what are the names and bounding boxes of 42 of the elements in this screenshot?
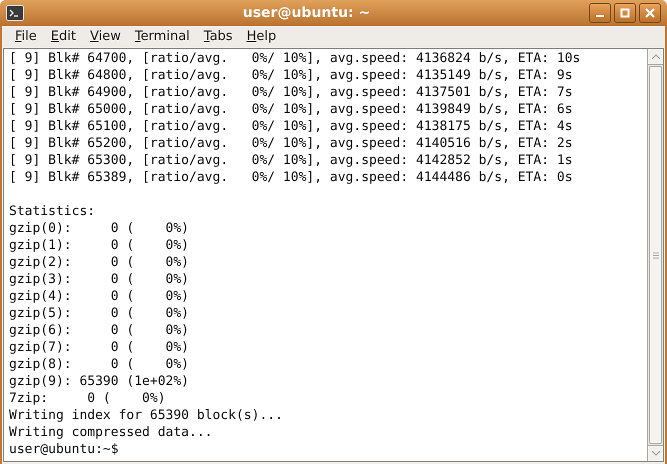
terminal-line: [ 9] Blk# 65389, [ratio/avg. 0%/ 10%], avg.speed: 4144486 b/s, ETA: 0s	[9, 169, 573, 186]
menu-item[interactable]: Terminal	[128, 27, 197, 47]
minimize-icon	[596, 15, 604, 17]
terminal-line: Writing index for 65390 block(s)...	[9, 407, 283, 424]
terminal-line: gzip(6): 0 ( 0%)	[9, 322, 190, 339]
scroll-down-button[interactable]	[648, 445, 663, 461]
terminal-line: [ 9] Blk# 65100, [ratio/avg. 0%/ 10%], avg.speed: 4138175 b/s, ETA: 4s	[9, 118, 573, 135]
menu-item[interactable]: View	[82, 27, 128, 47]
minimize-button[interactable]	[589, 3, 611, 23]
terminal-line: [ 9] Blk# 64700, [ratio/avg. 0%/ 10%], avg.speed: 4136824 b/s, ETA: 10s	[9, 50, 580, 67]
terminal-line: gzip(8): 0 ( 0%)	[9, 356, 190, 373]
menu-item[interactable]: Help	[240, 27, 284, 47]
terminal-line: [ 9] Blk# 64900, [ratio/avg. 0%/ 10%], avg.speed: 4137501 b/s, ETA: 7s	[9, 84, 573, 101]
menu-item[interactable]: Tabs	[196, 27, 240, 47]
scrollbar[interactable]	[647, 49, 663, 461]
terminal-line: gzip(2): 0 ( 0%)	[9, 254, 190, 271]
terminal-line: Statistics:	[9, 203, 96, 220]
terminal-line: Writing compressed data...	[9, 424, 212, 441]
menu-item[interactable]: File	[8, 27, 44, 47]
terminal-line: user@ubuntu:~$	[9, 441, 119, 458]
terminal-line: gzip(1): 0 ( 0%)	[9, 237, 190, 254]
terminal-line: [ 9] Blk# 65200, [ratio/avg. 0%/ 10%], avg.speed: 4140516 b/s, ETA: 2s	[9, 135, 573, 152]
maximize-icon	[620, 8, 630, 18]
terminal-line: 7zip: 0 ( 0%)	[9, 390, 166, 407]
maximize-button[interactable]	[614, 3, 636, 23]
close-icon	[645, 8, 655, 18]
scroll-thumb[interactable]	[649, 66, 662, 444]
terminal-line: gzip(7): 0 ( 0%)	[9, 339, 190, 356]
terminal-line: gzip(0): 0 ( 0%)	[9, 220, 190, 237]
terminal-line: [ 9] Blk# 65300, [ratio/avg. 0%/ 10%], avg.speed: 4142852 b/s, ETA: 1s	[9, 152, 573, 169]
terminal-icon	[6, 5, 24, 21]
terminal-line: gzip(5): 0 ( 0%)	[9, 305, 190, 322]
window-title: user@ubuntu: ~	[242, 4, 370, 22]
terminal-line: [ 9] Blk# 64800, [ratio/avg. 0%/ 10%], avg.speed: 4135149 b/s, ETA: 9s	[9, 67, 573, 84]
close-button[interactable]	[639, 3, 661, 23]
terminal-line: gzip(4): 0 ( 0%)	[9, 288, 190, 305]
terminal-line: gzip(9): 65390 (1e+02%)	[9, 373, 190, 390]
terminal-line: [ 9] Blk# 65000, [ratio/avg. 0%/ 10%], avg.speed: 4139849 b/s, ETA: 6s	[9, 101, 573, 118]
grip-icon	[652, 252, 658, 258]
menu-item[interactable]: Edit	[44, 27, 83, 47]
terminal-line: gzip(3): 0 ( 0%)	[9, 271, 190, 288]
scroll-up-button[interactable]	[648, 49, 663, 65]
